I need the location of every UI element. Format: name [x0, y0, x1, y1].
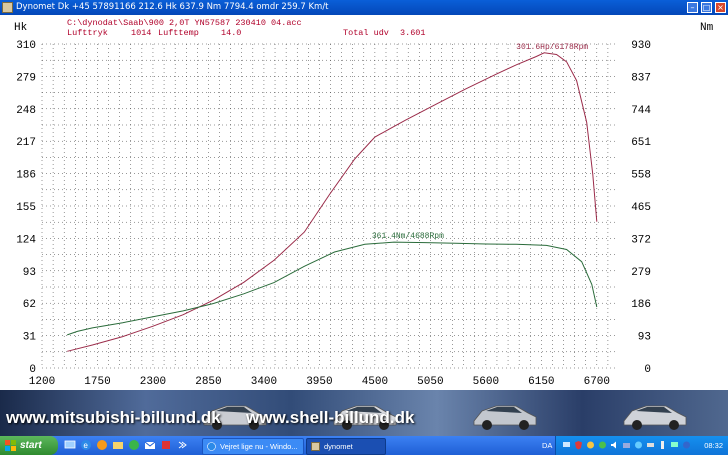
- printer-icon[interactable]: [646, 440, 655, 450]
- taskbar-button-label: dynomet: [324, 442, 353, 451]
- y-left-axis-title: Hk: [14, 22, 28, 34]
- taskbar-button-browser[interactable]: Vejret lige nu - Windo...: [202, 438, 304, 455]
- taskbar: start e Vejret lige nu - Windo... dynome…: [0, 436, 728, 455]
- network-icon[interactable]: [562, 440, 571, 450]
- y-right-tick-label: 279: [631, 267, 651, 279]
- windows-logo-icon: [5, 440, 16, 451]
- volume-icon[interactable]: [610, 440, 619, 450]
- y-right-tick-label: 465: [631, 202, 651, 214]
- banner-link-mitsubishi[interactable]: www.mitsubishi-billund.dk: [6, 408, 221, 428]
- messenger-icon[interactable]: [598, 440, 607, 450]
- display-icon[interactable]: [670, 440, 679, 450]
- dynomet-icon: [311, 442, 320, 451]
- x-tick-label: 3400: [251, 376, 277, 388]
- y-left-tick-label: 62: [23, 299, 36, 311]
- y-right-axis-title: Nm: [700, 22, 714, 34]
- y-left-tick-label: 31: [23, 332, 37, 344]
- security-icon[interactable]: [574, 440, 583, 450]
- start-button[interactable]: start: [0, 436, 58, 455]
- minimize-button[interactable]: –: [687, 2, 698, 13]
- pressure-label: Lufttryk: [67, 28, 108, 38]
- x-tick-label: 6150: [528, 376, 554, 388]
- power-curve-line: [67, 52, 598, 352]
- bluetooth-icon[interactable]: [682, 440, 691, 450]
- start-label: start: [20, 440, 42, 451]
- x-tick-label: 1200: [29, 376, 55, 388]
- quicklaunch-ie-icon[interactable]: e: [80, 439, 92, 451]
- y-right-tick-label: 837: [631, 72, 651, 84]
- quicklaunch-mail-icon[interactable]: [144, 439, 156, 451]
- y-left-tick-label: 279: [16, 72, 36, 84]
- y-left-tick-label: 155: [16, 202, 36, 214]
- y-right-tick-label: 93: [638, 332, 651, 344]
- window-title: Dynomet Dk +45 57891166 212.6 Hk 637.9 N…: [16, 2, 329, 12]
- antivirus-icon[interactable]: [586, 440, 595, 450]
- car-image: [623, 405, 687, 430]
- y-left-tick-label: 248: [16, 105, 36, 117]
- language-indicator[interactable]: DA: [542, 436, 552, 455]
- system-tray: DA 08:32: [542, 436, 728, 455]
- y-right-tick-label: 744: [631, 105, 651, 117]
- temp-label: Lufttemp: [158, 28, 199, 38]
- window-title-bar[interactable]: Dynomet Dk +45 57891166 212.6 Hk 637.9 N…: [0, 0, 728, 15]
- svg-text:e: e: [83, 442, 88, 451]
- total-label: Total udv: [343, 28, 389, 38]
- car-image: [473, 405, 537, 430]
- y-right-tick-label: 0: [644, 364, 651, 376]
- y-right-tick-label: 930: [631, 40, 651, 52]
- pressure-value: 1014: [131, 28, 151, 38]
- y-right-tick-label: 372: [631, 234, 651, 246]
- y-left-tick-label: 186: [16, 170, 36, 182]
- x-tick-label: 4500: [362, 376, 388, 388]
- quicklaunch-desktop-icon[interactable]: [64, 439, 76, 451]
- y-left-tick-label: 93: [23, 267, 36, 279]
- power-peak-label: 301.6Hp/6178Rpm: [516, 43, 588, 52]
- y-left-tick-label: 0: [29, 364, 36, 376]
- total-value: 3.601: [400, 28, 426, 38]
- torque-curve-line: [67, 241, 598, 336]
- x-tick-label: 3950: [306, 376, 332, 388]
- quicklaunch-app-icon[interactable]: [160, 439, 172, 451]
- ie-icon: [207, 442, 216, 451]
- quicklaunch-media-icon[interactable]: [96, 439, 108, 451]
- connection-icon[interactable]: [622, 440, 631, 450]
- usb-icon[interactable]: [658, 440, 667, 450]
- y-left-tick-label: 124: [16, 234, 36, 246]
- clock: 08:32: [704, 441, 723, 450]
- x-tick-label: 5600: [473, 376, 499, 388]
- update-icon[interactable]: [634, 440, 643, 450]
- temp-value: 14.0: [221, 28, 241, 38]
- torque-peak-label: 361.4Nm/4688Rpm: [372, 232, 444, 241]
- close-button[interactable]: ×: [715, 2, 726, 13]
- x-tick-label: 2300: [140, 376, 166, 388]
- x-tick-label: 6700: [584, 376, 610, 388]
- quicklaunch-more-icon[interactable]: [176, 439, 188, 451]
- y-right-tick-label: 558: [631, 170, 651, 182]
- banner-link-shell[interactable]: www.shell-billund.dk: [246, 408, 414, 428]
- dyno-chart: 1200 1750 2300 2850 3400 3950 4500 5050 5600 6150…: [14, 18, 714, 388]
- y-left-tick-label: 310: [16, 40, 36, 52]
- taskbar-button-dynomet[interactable]: dynomet: [306, 438, 386, 455]
- quicklaunch-messenger-icon[interactable]: [128, 439, 140, 451]
- file-path-label: C:\dynodat\Saab\900 2,0T YN57587 230410 …: [67, 18, 302, 28]
- advertising-banner[interactable]: www.mitsubishi-billund.dk www.shell-bill…: [0, 390, 728, 436]
- x-tick-label: 5050: [417, 376, 443, 388]
- y-left-tick-label: 217: [16, 137, 36, 149]
- maximize-button[interactable]: □: [701, 2, 712, 13]
- taskbar-button-label: Vejret lige nu - Windo...: [220, 442, 298, 451]
- x-tick-label: 2850: [195, 376, 221, 388]
- quicklaunch-folder-icon[interactable]: [112, 439, 124, 451]
- y-right-tick-label: 186: [631, 299, 651, 311]
- dynomet-app-icon[interactable]: [2, 2, 13, 13]
- y-right-tick-label: 651: [631, 137, 651, 149]
- x-tick-label: 1750: [84, 376, 110, 388]
- dyno-chart-area: 1200 1750 2300 2850 3400 3950 4500 5050 5600 6150…: [0, 15, 728, 390]
